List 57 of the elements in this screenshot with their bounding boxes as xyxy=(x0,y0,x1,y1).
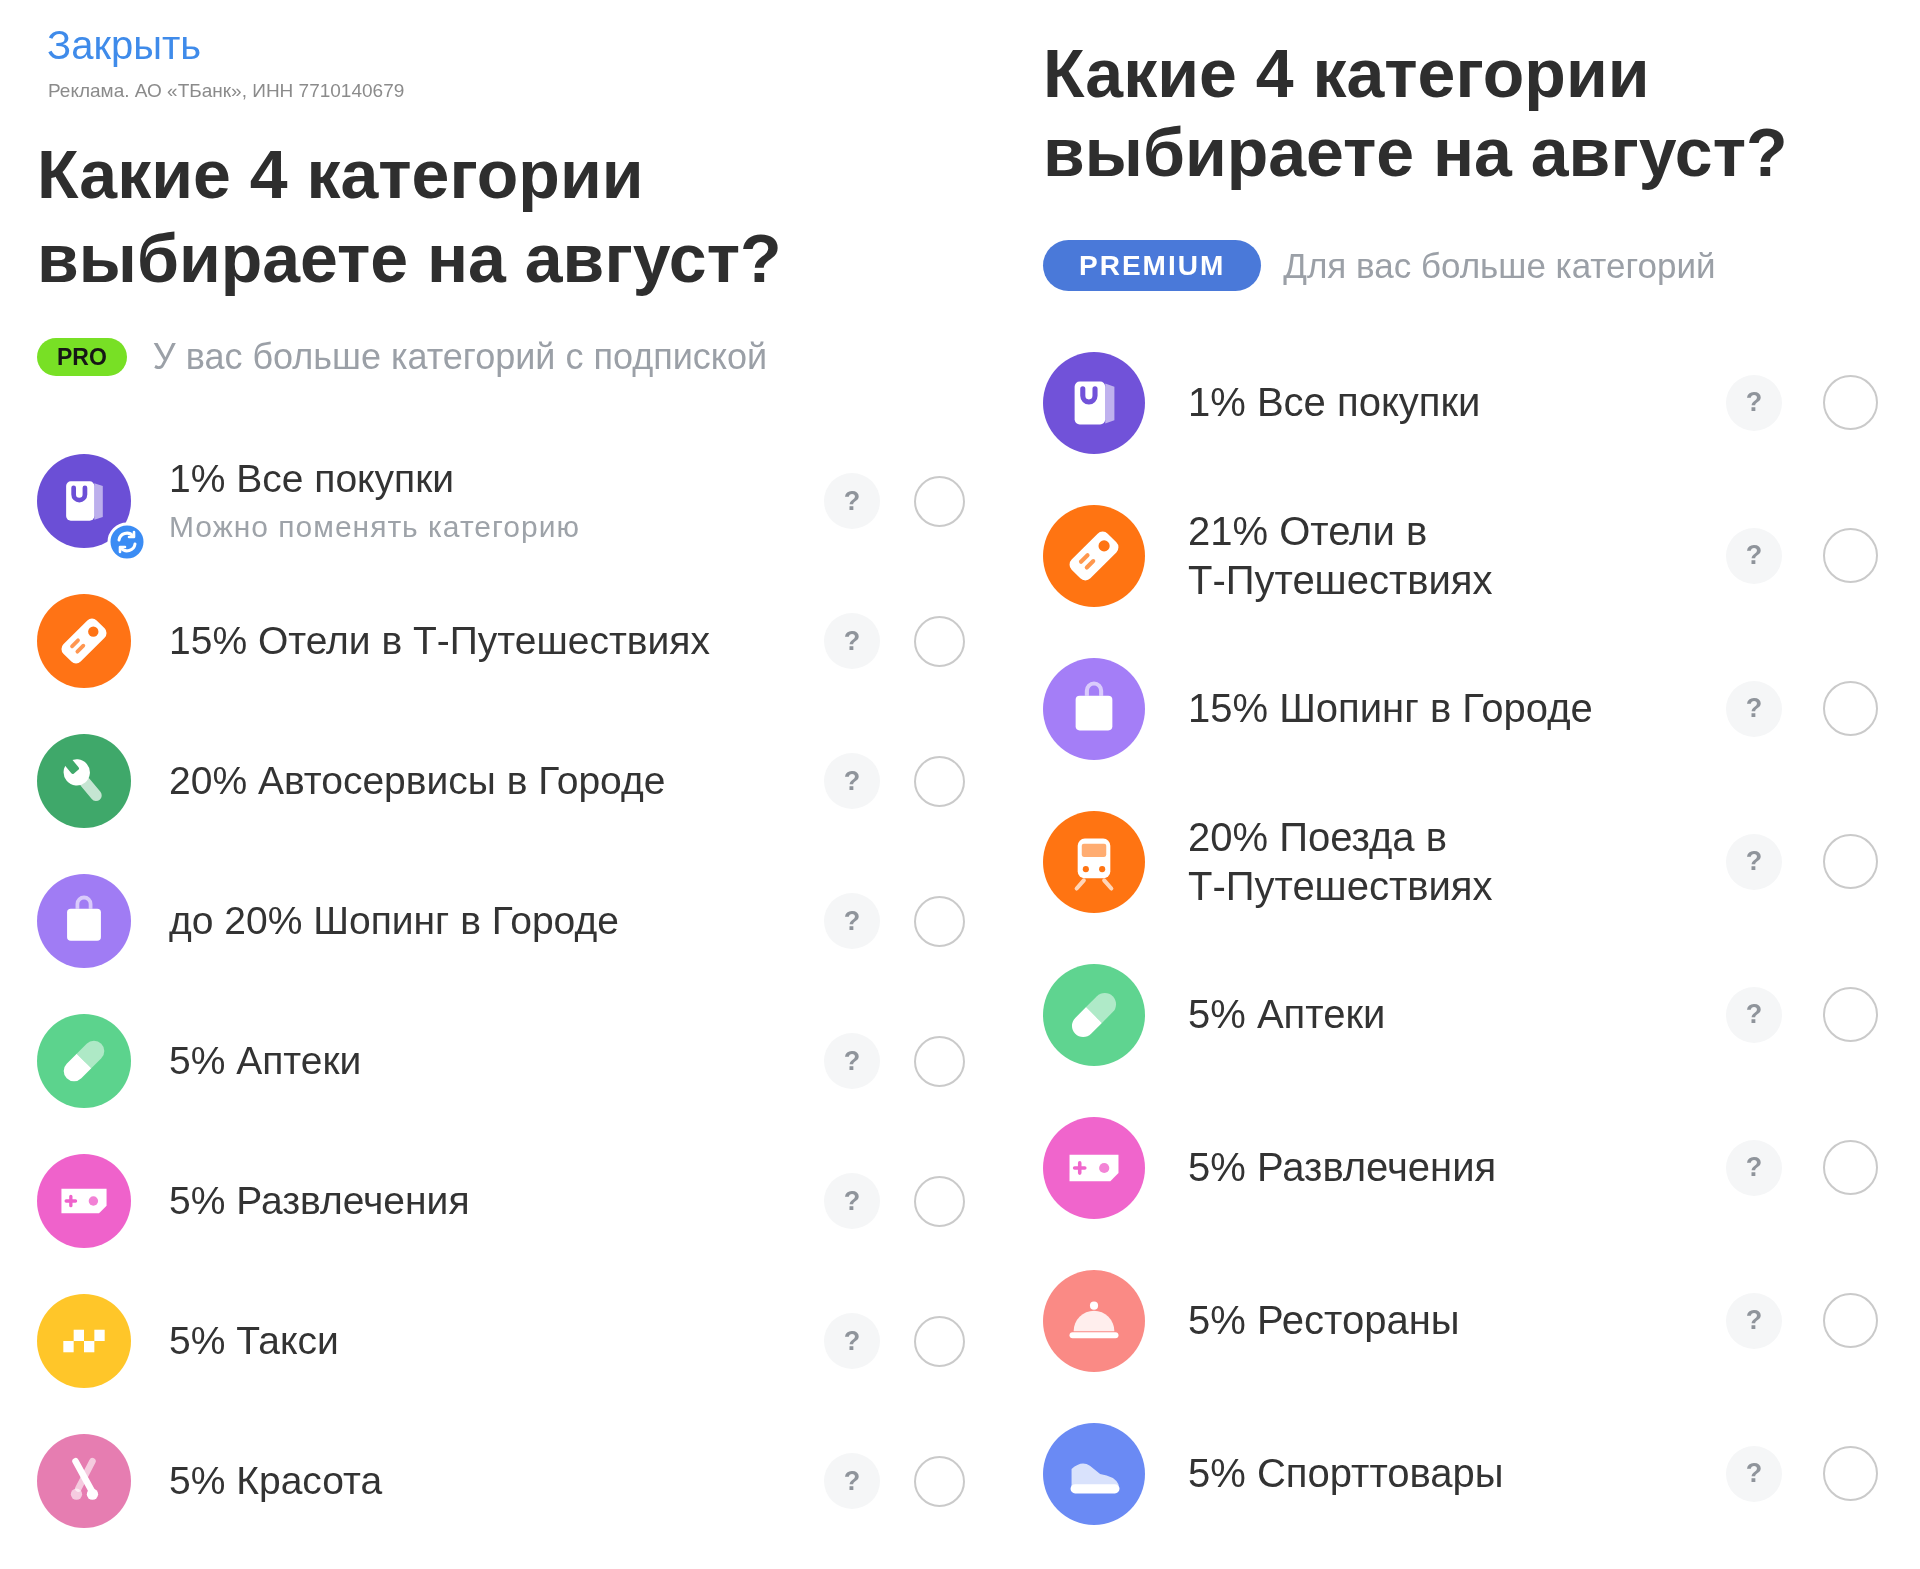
help-button[interactable]: ? xyxy=(1726,680,1782,737)
category-label: 20% Поезда в Т-Путешествиях xyxy=(1188,813,1494,910)
category-label: 5% Спорттовары xyxy=(1188,1450,1504,1497)
help-button[interactable]: ? xyxy=(824,1313,880,1369)
radio-button[interactable] xyxy=(1823,375,1878,430)
radio-button[interactable] xyxy=(914,615,965,667)
radio-button[interactable] xyxy=(914,475,965,527)
help-button[interactable]: ? xyxy=(824,1033,880,1089)
category-label: 5% Такси xyxy=(169,1319,339,1363)
radio-button[interactable] xyxy=(1823,528,1878,583)
radio-button[interactable] xyxy=(914,755,965,807)
radio-button[interactable] xyxy=(1823,834,1878,889)
category-note: Можно поменять категорию xyxy=(169,509,580,545)
help-button[interactable]: ? xyxy=(1726,833,1782,890)
help-button[interactable]: ? xyxy=(824,893,880,949)
category-label: 20% Автосервисы в Городе xyxy=(169,759,666,803)
radio-button[interactable] xyxy=(1823,987,1878,1042)
category-label: 5% Развлечения xyxy=(169,1179,470,1223)
radio-button[interactable] xyxy=(1823,1140,1878,1195)
help-button[interactable]: ? xyxy=(1726,986,1782,1043)
help-button[interactable]: ? xyxy=(824,1453,880,1509)
category-label: 15% Шопинг в Городе xyxy=(1188,685,1593,732)
help-button[interactable]: ? xyxy=(1726,1292,1782,1349)
help-button[interactable]: ? xyxy=(824,613,880,669)
help-button[interactable]: ? xyxy=(824,753,880,809)
radio-button[interactable] xyxy=(914,895,965,947)
help-button[interactable]: ? xyxy=(1726,527,1782,584)
subscription-badge: PRO xyxy=(37,338,127,376)
category-label: 5% Аптеки xyxy=(169,1039,362,1083)
category-label: 5% Рестораны xyxy=(1188,1297,1460,1344)
close-link[interactable]: Закрыть xyxy=(47,25,202,65)
category-label: 5% Красота xyxy=(169,1459,383,1503)
radio-button[interactable] xyxy=(1823,1446,1878,1501)
category-label: 5% Аптеки xyxy=(1188,991,1386,1038)
radio-button[interactable] xyxy=(914,1455,965,1507)
subtitle: У вас больше категорий с подпиской xyxy=(152,336,768,378)
ad-disclaimer: Реклама. АО «ТБанк», ИНН 7710140679 xyxy=(48,79,405,103)
category-label: 1% Все покупки xyxy=(1188,379,1481,426)
help-button[interactable]: ? xyxy=(824,1173,880,1229)
radio-button[interactable] xyxy=(914,1315,965,1367)
help-button[interactable]: ? xyxy=(1726,374,1782,431)
category-label: 15% Отели в Т-Путешествиях xyxy=(169,619,710,663)
radio-button[interactable] xyxy=(914,1175,965,1227)
help-button[interactable]: ? xyxy=(1726,1139,1782,1196)
subtitle: Для вас больше категорий xyxy=(1283,245,1716,286)
help-button[interactable]: ? xyxy=(1726,1445,1782,1502)
radio-button[interactable] xyxy=(914,1035,965,1087)
subscription-badge: PREMIUM xyxy=(1043,240,1262,291)
category-label: 21% Отели в Т-Путешествиях xyxy=(1188,507,1494,604)
help-button[interactable]: ? xyxy=(824,473,880,529)
radio-button[interactable] xyxy=(1823,1293,1878,1348)
page-title: Какие 4 категории выбираете на август? xyxy=(37,135,783,298)
category-label: 5% Развлечения xyxy=(1188,1144,1497,1191)
category-label: до 20% Шопинг в Городе xyxy=(169,899,619,943)
category-label: 1% Все покупки xyxy=(169,457,455,501)
page-title: Какие 4 категории выбираете на август? xyxy=(1043,34,1789,192)
radio-button[interactable] xyxy=(1823,681,1878,736)
